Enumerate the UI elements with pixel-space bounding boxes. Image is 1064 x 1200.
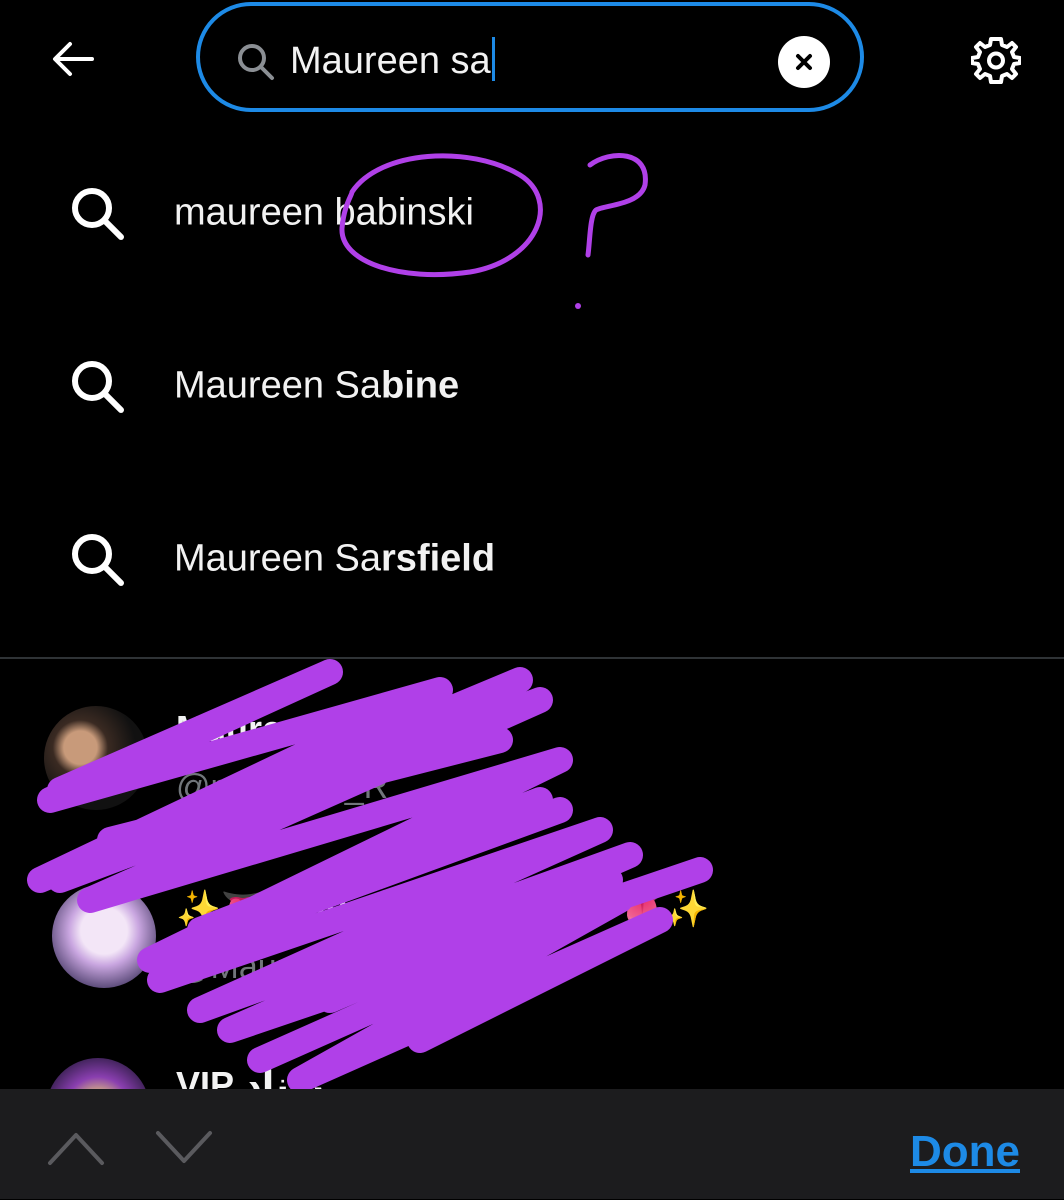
next-field-button[interactable] (152, 1125, 216, 1169)
suggestion-completion: rsfield (381, 537, 496, 580)
suggestion-item[interactable]: Maureen Sabine (0, 311, 1064, 461)
user-result-row[interactable]: Maureen Ro… @maureen_R (0, 680, 1064, 850)
user-handle: @MaureenSanDiego (176, 948, 495, 986)
suggestion-label: Maureen Sabine (174, 365, 459, 408)
search-icon (72, 534, 124, 586)
chevron-up-icon (48, 1133, 104, 1165)
section-divider (0, 657, 1064, 659)
user-handle: @maureen_R (176, 768, 389, 806)
suggestion-label: Maureen Sarsfield (174, 538, 495, 581)
suggestion-text: Maureen Sa (174, 537, 382, 580)
search-icon (72, 188, 124, 240)
suggestion-completion: bine (381, 364, 460, 407)
previous-field-button[interactable] (44, 1125, 108, 1169)
search-icon (72, 361, 124, 413)
back-button[interactable] (40, 30, 104, 88)
avatar (52, 884, 156, 988)
settings-button[interactable] (966, 30, 1026, 90)
clear-icon (796, 54, 812, 70)
top-bar: Maureen sa (0, 0, 1064, 120)
text-caret (491, 37, 495, 81)
keyboard-toolbar: Done (0, 1089, 1064, 1199)
search-input[interactable]: Maureen sa (196, 2, 864, 112)
user-display-name: ✨👅 Maureen San Diego 👅✨ (176, 888, 710, 929)
search-query-text[interactable]: Maureen sa (290, 36, 495, 86)
search-query-value: Maureen sa (290, 40, 491, 82)
gear-icon (971, 37, 1021, 84)
search-icon (238, 44, 274, 80)
user-result-row[interactable]: ✨👅 Maureen San Diego 👅✨ @MaureenSanDiego (0, 854, 1064, 1024)
clear-search-button[interactable] (778, 36, 830, 88)
suggestion-item[interactable]: maureen babinski (0, 138, 1064, 288)
avatar (44, 706, 148, 810)
chevron-down-icon (156, 1131, 212, 1163)
back-arrow-icon (53, 42, 94, 76)
suggestion-text: maureen babinski (174, 191, 474, 234)
done-button[interactable]: Done (910, 1127, 1020, 1177)
suggestion-label: maureen babinski (174, 192, 474, 235)
suggestion-item[interactable]: Maureen Sarsfield (0, 484, 1064, 634)
user-display-name: Maureen Ro… (176, 708, 419, 749)
annotation-dot (575, 303, 581, 309)
suggestion-text: Maureen Sa (174, 364, 382, 407)
